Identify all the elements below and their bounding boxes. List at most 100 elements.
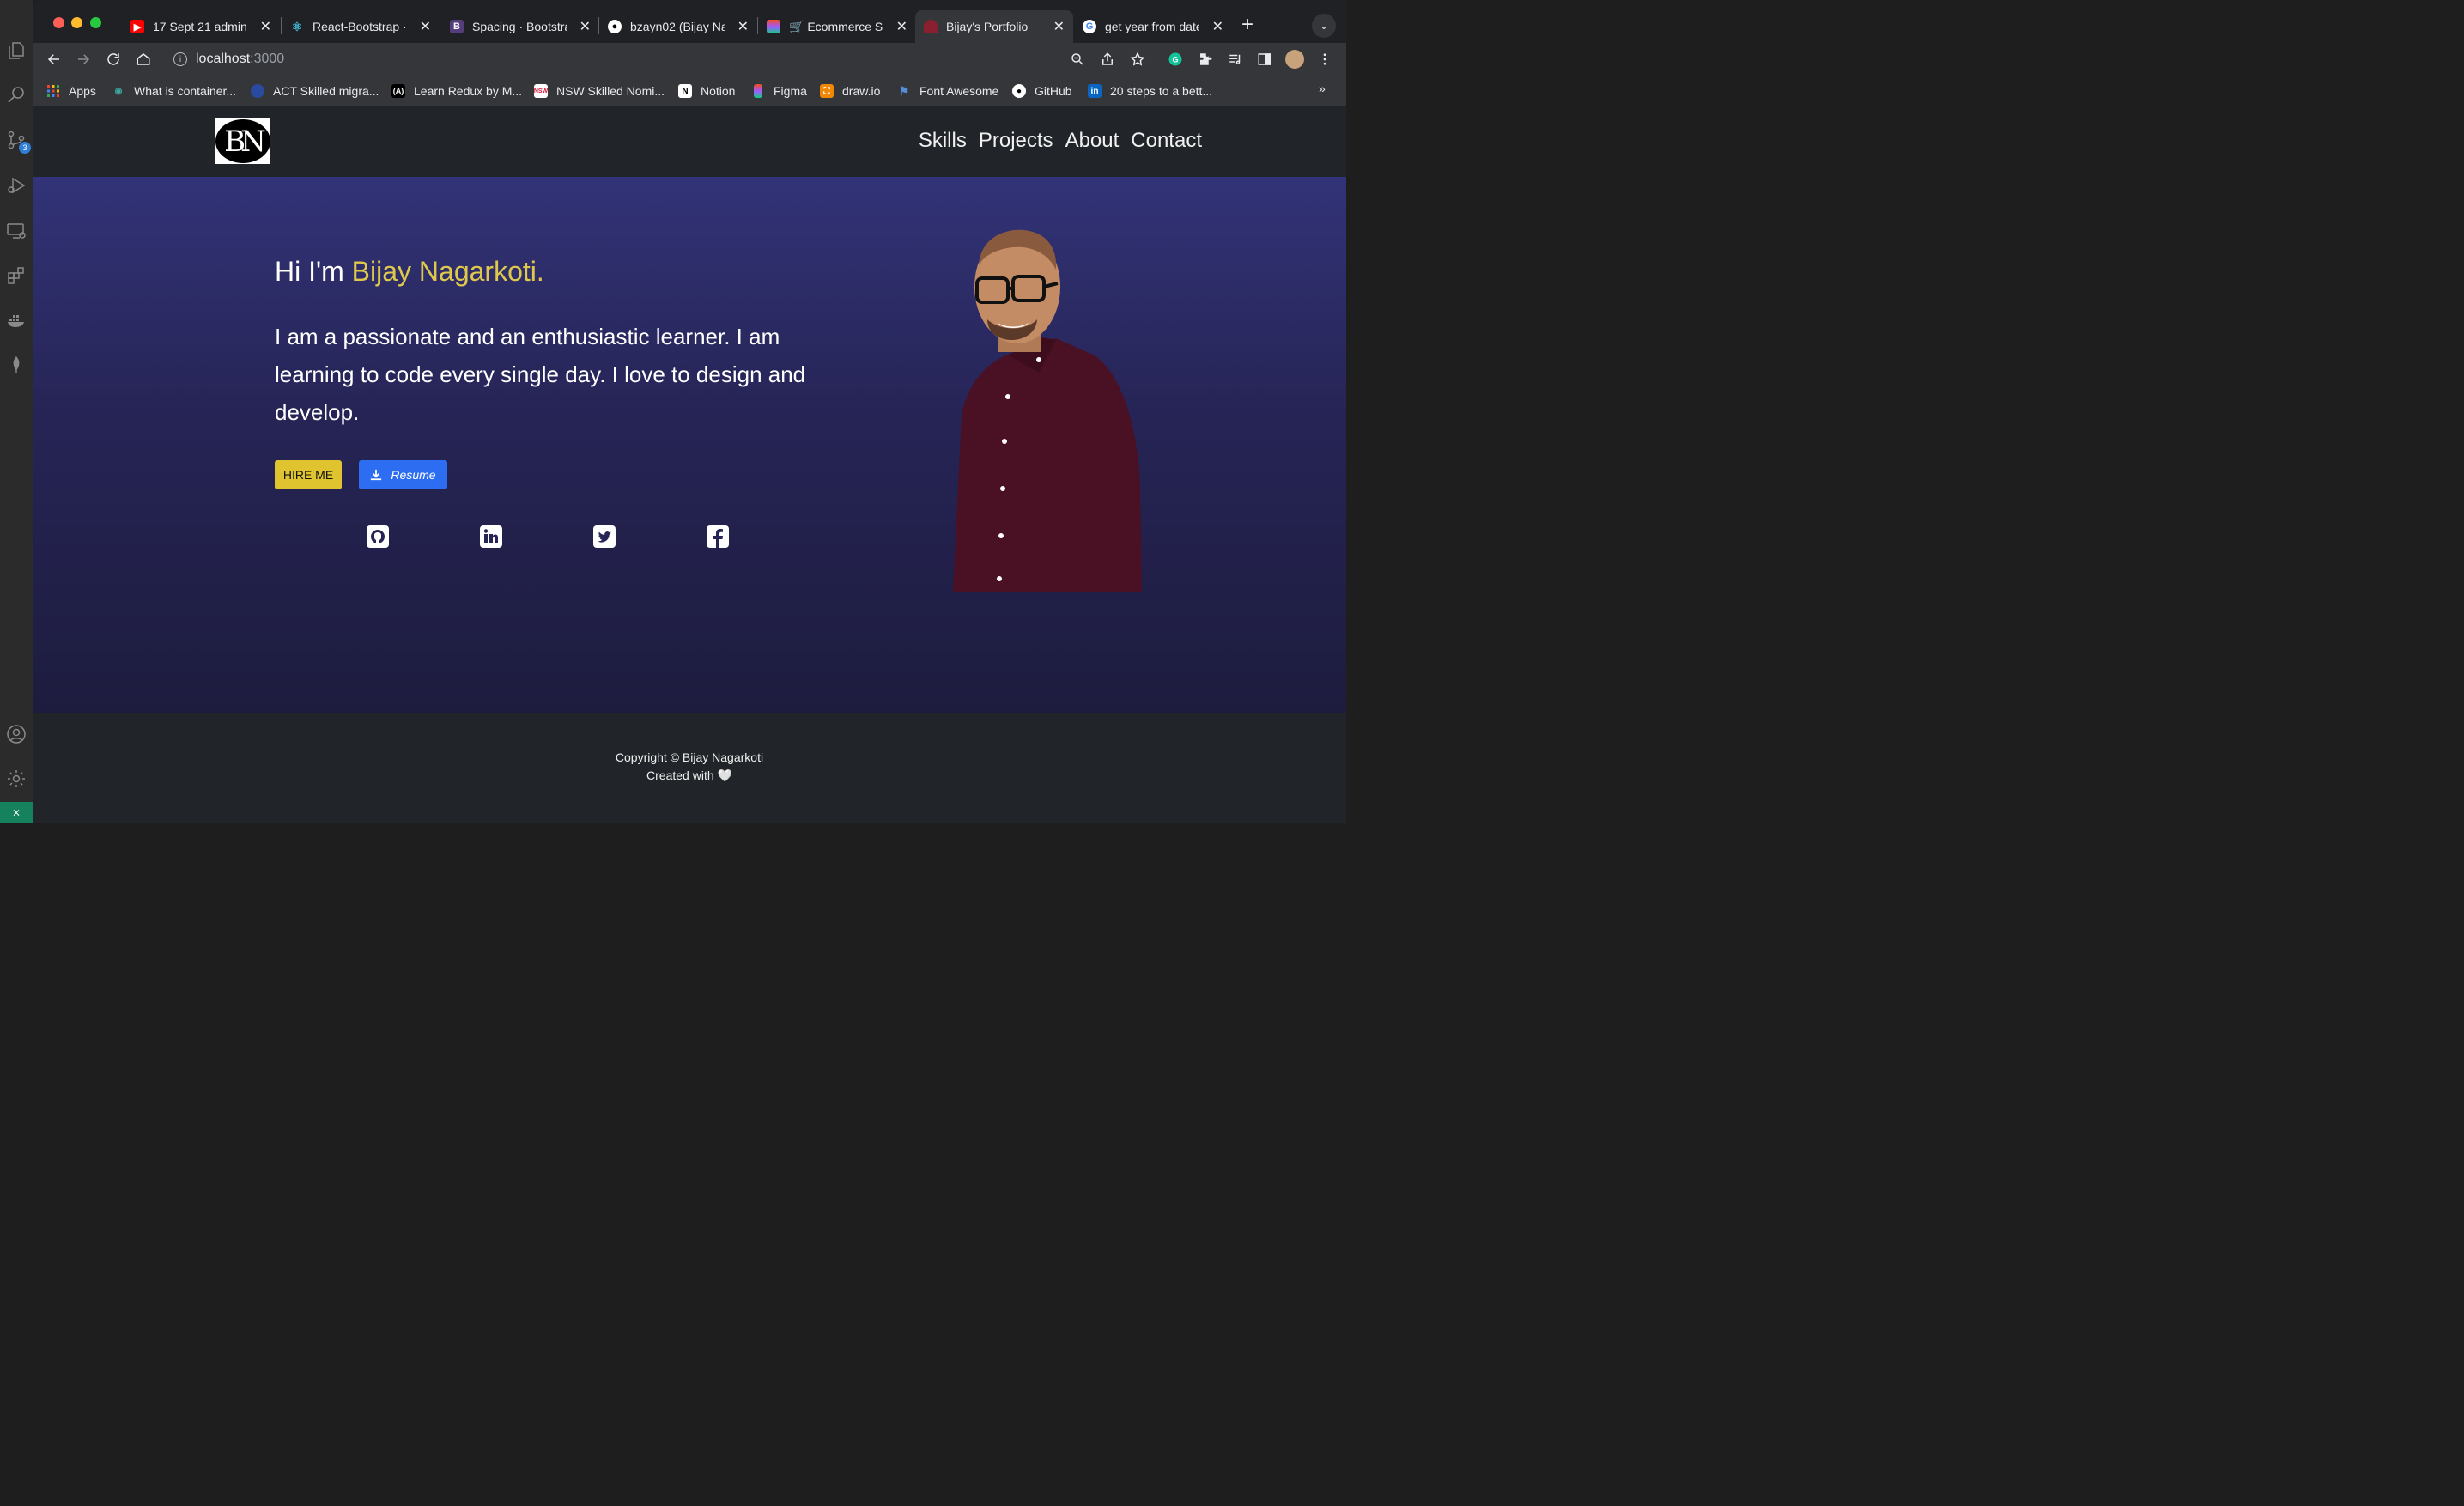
more-menu-icon[interactable] [1315, 50, 1334, 69]
nav-link-skills[interactable]: Skills [919, 129, 967, 153]
close-tab-icon[interactable]: ✕ [420, 18, 431, 35]
hero-section: Hi I'm Bijay Nagarkoti. I am a passionat… [33, 177, 1346, 713]
google-icon: G [1083, 20, 1096, 33]
close-window-button[interactable] [53, 17, 64, 28]
site-logo[interactable]: BN [215, 118, 270, 164]
mongodb-leaf-icon[interactable] [5, 354, 27, 376]
bookmark-font-awesome[interactable]: ⚑ Font Awesome [897, 82, 999, 100]
bookmark-drawio[interactable]: ⛶ draw.io [820, 82, 880, 100]
bookmark-label: Apps [69, 84, 96, 98]
side-panel-icon[interactable] [1255, 50, 1274, 69]
address-url[interactable]: localhost:3000 [196, 52, 284, 67]
profile-avatar[interactable] [1285, 50, 1304, 69]
flag-icon: ⚑ [898, 83, 910, 98]
bookmark-label: What is container... [134, 84, 237, 98]
bookmarks-bar: Apps ◉ What is container... ACT Skilled … [33, 76, 1346, 106]
tab-github[interactable]: ● bzayn02 (Bijay Na ✕ [599, 10, 757, 43]
run-debug-icon[interactable] [5, 174, 27, 197]
back-arrow-icon[interactable] [45, 50, 64, 69]
github-icon: ● [1012, 84, 1026, 98]
site-info-icon[interactable]: i [173, 52, 187, 66]
new-tab-button[interactable]: + [1241, 15, 1253, 35]
svg-text:G: G [1172, 55, 1178, 64]
bookmark-redux[interactable]: (A) Learn Redux by M... [391, 82, 522, 100]
site-navbar: BN Skills Projects About Contact [33, 106, 1346, 177]
bookmark-label: draw.io [842, 84, 881, 98]
forward-arrow-icon[interactable] [74, 50, 93, 69]
close-tab-icon[interactable]: ✕ [260, 18, 271, 35]
bookmark-label: 20 steps to a bett... [1110, 84, 1213, 98]
facebook-icon[interactable] [707, 525, 729, 548]
bookmarks-overflow-button[interactable]: » [1319, 82, 1326, 95]
github-icon: ● [608, 20, 622, 33]
portfolio-icon [924, 20, 938, 33]
share-icon[interactable] [1098, 50, 1117, 69]
media-playlist-icon[interactable] [1226, 50, 1245, 69]
footer-created-with: Created with 🤍 [646, 768, 732, 782]
linkedin-icon[interactable] [480, 525, 502, 548]
bookmark-apps[interactable]: Apps [46, 82, 96, 100]
bookmark-star-icon[interactable] [1128, 50, 1147, 69]
hire-me-button[interactable]: HIRE ME [275, 460, 342, 489]
nav-link-projects[interactable]: Projects [979, 129, 1053, 153]
nav-link-contact[interactable]: Contact [1131, 129, 1202, 153]
extensions-puzzle-icon[interactable] [1196, 50, 1215, 69]
tab-figma-ecommerce[interactable]: 🛒 Ecommerce Sh ✕ [758, 10, 916, 43]
close-tab-icon[interactable]: ✕ [896, 18, 907, 35]
bookmark-act-migration[interactable]: ACT Skilled migra... [251, 82, 379, 100]
resume-button[interactable]: Resume [359, 460, 447, 489]
bookmark-label: NSW Skilled Nomi... [556, 84, 665, 98]
figma-icon [767, 20, 780, 33]
close-tab-icon[interactable]: ✕ [580, 18, 591, 35]
close-tab-icon[interactable]: ✕ [737, 18, 749, 35]
close-tab-icon[interactable]: ✕ [1212, 18, 1223, 35]
site-footer: Copyright © Bijay Nagarkoti Created with… [33, 713, 1346, 823]
act-gov-icon [251, 84, 264, 98]
bookmark-nsw[interactable]: NSW NSW Skilled Nomi... [534, 82, 665, 100]
logo-monogram: BN [215, 119, 270, 163]
docker-icon[interactable] [5, 309, 27, 331]
tab-bootstrap-spacing[interactable]: B Spacing · Bootstra ✕ [441, 10, 599, 43]
nav-link-about[interactable]: About [1065, 129, 1120, 153]
account-icon[interactable] [5, 723, 27, 745]
zoom-out-icon[interactable] [1068, 50, 1087, 69]
minimize-window-button[interactable] [71, 17, 82, 28]
search-icon[interactable] [5, 83, 27, 106]
tab-react-bootstrap[interactable]: ⚛ React-Bootstrap · ✕ [282, 10, 440, 43]
bookmark-github[interactable]: ● GitHub [1012, 82, 1072, 100]
tab-portfolio[interactable]: Bijay's Portfolio ✕ [915, 10, 1073, 43]
tab-google-search[interactable]: G get year from date ✕ [1074, 10, 1232, 43]
resume-label: Resume [391, 468, 436, 482]
tab-youtube[interactable]: ▶ 17 Sept 21 admin m ✕ [122, 10, 280, 43]
bookmark-linkedin-article[interactable]: in 20 steps to a bett... [1088, 82, 1212, 100]
bookmark-figma[interactable]: Figma [751, 82, 807, 100]
bookmark-label: GitHub [1035, 84, 1072, 98]
github-icon[interactable] [367, 525, 389, 548]
tab-search-chevron-icon[interactable]: ⌄ [1312, 14, 1336, 38]
nsw-icon: NSW [534, 84, 548, 98]
twitter-icon[interactable] [593, 525, 616, 548]
explorer-icon[interactable] [5, 39, 27, 62]
notion-icon: N [678, 84, 692, 98]
bookmark-notion[interactable]: N Notion [678, 82, 735, 100]
settings-gear-icon[interactable] [5, 768, 27, 790]
bookmark-label: Font Awesome [919, 84, 999, 98]
container-icon: ◉ [114, 86, 123, 96]
remote-status-icon[interactable]: ⨯ [0, 802, 33, 823]
footer-copyright: Copyright © Bijay Nagarkoti [615, 750, 764, 764]
linkedin-icon: in [1088, 84, 1102, 98]
close-tab-icon[interactable]: ✕ [1053, 18, 1065, 35]
greeting-text: Hi I'm [275, 256, 352, 287]
zoom-window-button[interactable] [90, 17, 101, 28]
reload-icon[interactable] [104, 50, 123, 69]
react-bootstrap-icon: ⚛ [291, 19, 303, 33]
browser-window: ▶ 17 Sept 21 admin m ✕ ⚛ React-Bootstrap… [33, 0, 1346, 823]
address-bar[interactable]: i localhost:3000 [163, 46, 1150, 72]
bookmark-container[interactable]: ◉ What is container... [112, 82, 236, 100]
extensions-icon[interactable] [5, 264, 27, 287]
remote-explorer-icon[interactable] [5, 220, 27, 242]
drawio-icon: ⛶ [820, 84, 834, 98]
portfolio-page: BN Skills Projects About Contact Hi I'm … [33, 106, 1346, 823]
grammarly-icon[interactable]: G [1166, 50, 1185, 69]
home-icon[interactable] [134, 50, 153, 69]
